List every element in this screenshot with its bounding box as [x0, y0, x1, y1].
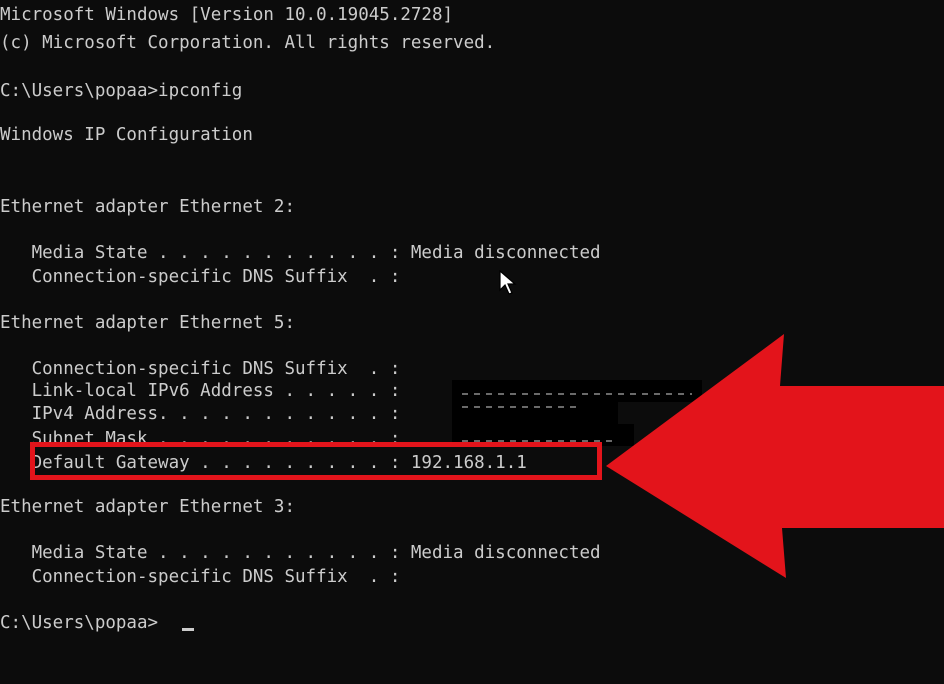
- terminal-line-ipv6-address: Link-local IPv6 Address . . . . . :: [0, 381, 401, 401]
- terminal-line-adapter-ethernet-5: Ethernet adapter Ethernet 5:: [0, 313, 296, 333]
- terminal-line-version: Microsoft Windows [Version 10.0.19045.27…: [0, 5, 454, 25]
- terminal-line-adapter-ethernet-2: Ethernet adapter Ethernet 2:: [0, 197, 296, 217]
- arrow-cursor-icon: [499, 270, 517, 295]
- redacted-ipv6-dots: [462, 393, 692, 395]
- terminal-line-dns-suffix-eth5: Connection-specific DNS Suffix . :: [0, 359, 401, 379]
- terminal-line-dns-suffix-eth3: Connection-specific DNS Suffix . :: [0, 567, 401, 587]
- redacted-ipv4-dots: [462, 406, 582, 408]
- terminal-line-prompt: C:\Users\popaa>: [0, 613, 159, 633]
- terminal-line-copyright: (c) Microsoft Corporation. All rights re…: [0, 33, 496, 53]
- terminal-line-media-state-eth3: Media State . . . . . . . . . . . : Medi…: [0, 543, 601, 563]
- annotation-arrow-shape: [606, 334, 944, 578]
- terminal-line-adapter-ethernet-3: Ethernet adapter Ethernet 3:: [0, 497, 296, 517]
- gateway-highlight-box: [30, 442, 602, 480]
- terminal-line-command: C:\Users\popaa>ipconfig: [0, 81, 243, 101]
- terminal-line-dns-suffix-eth2: Connection-specific DNS Suffix . :: [0, 267, 401, 287]
- redacted-ipv6-value: [452, 380, 702, 402]
- terminal-line-ip-config-title: Windows IP Configuration: [0, 125, 253, 145]
- terminal-line-media-state-eth2: Media State . . . . . . . . . . . : Medi…: [0, 243, 601, 263]
- terminal-window[interactable]: Microsoft Windows [Version 10.0.19045.27…: [0, 0, 944, 684]
- text-cursor: [182, 628, 194, 631]
- terminal-line-ipv4-address: IPv4 Address. . . . . . . . . . . :: [0, 404, 401, 424]
